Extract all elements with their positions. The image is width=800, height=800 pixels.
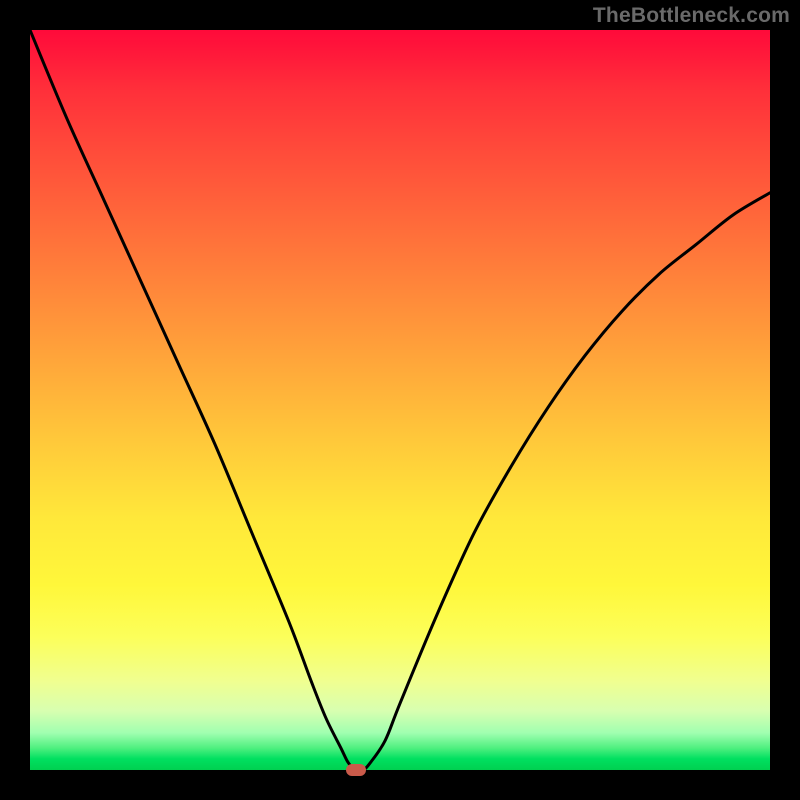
optimal-point-marker [346,764,366,776]
chart-frame: TheBottleneck.com [0,0,800,800]
attribution-label: TheBottleneck.com [593,4,790,28]
bottleneck-curve [30,30,770,770]
plot-area [30,30,770,770]
